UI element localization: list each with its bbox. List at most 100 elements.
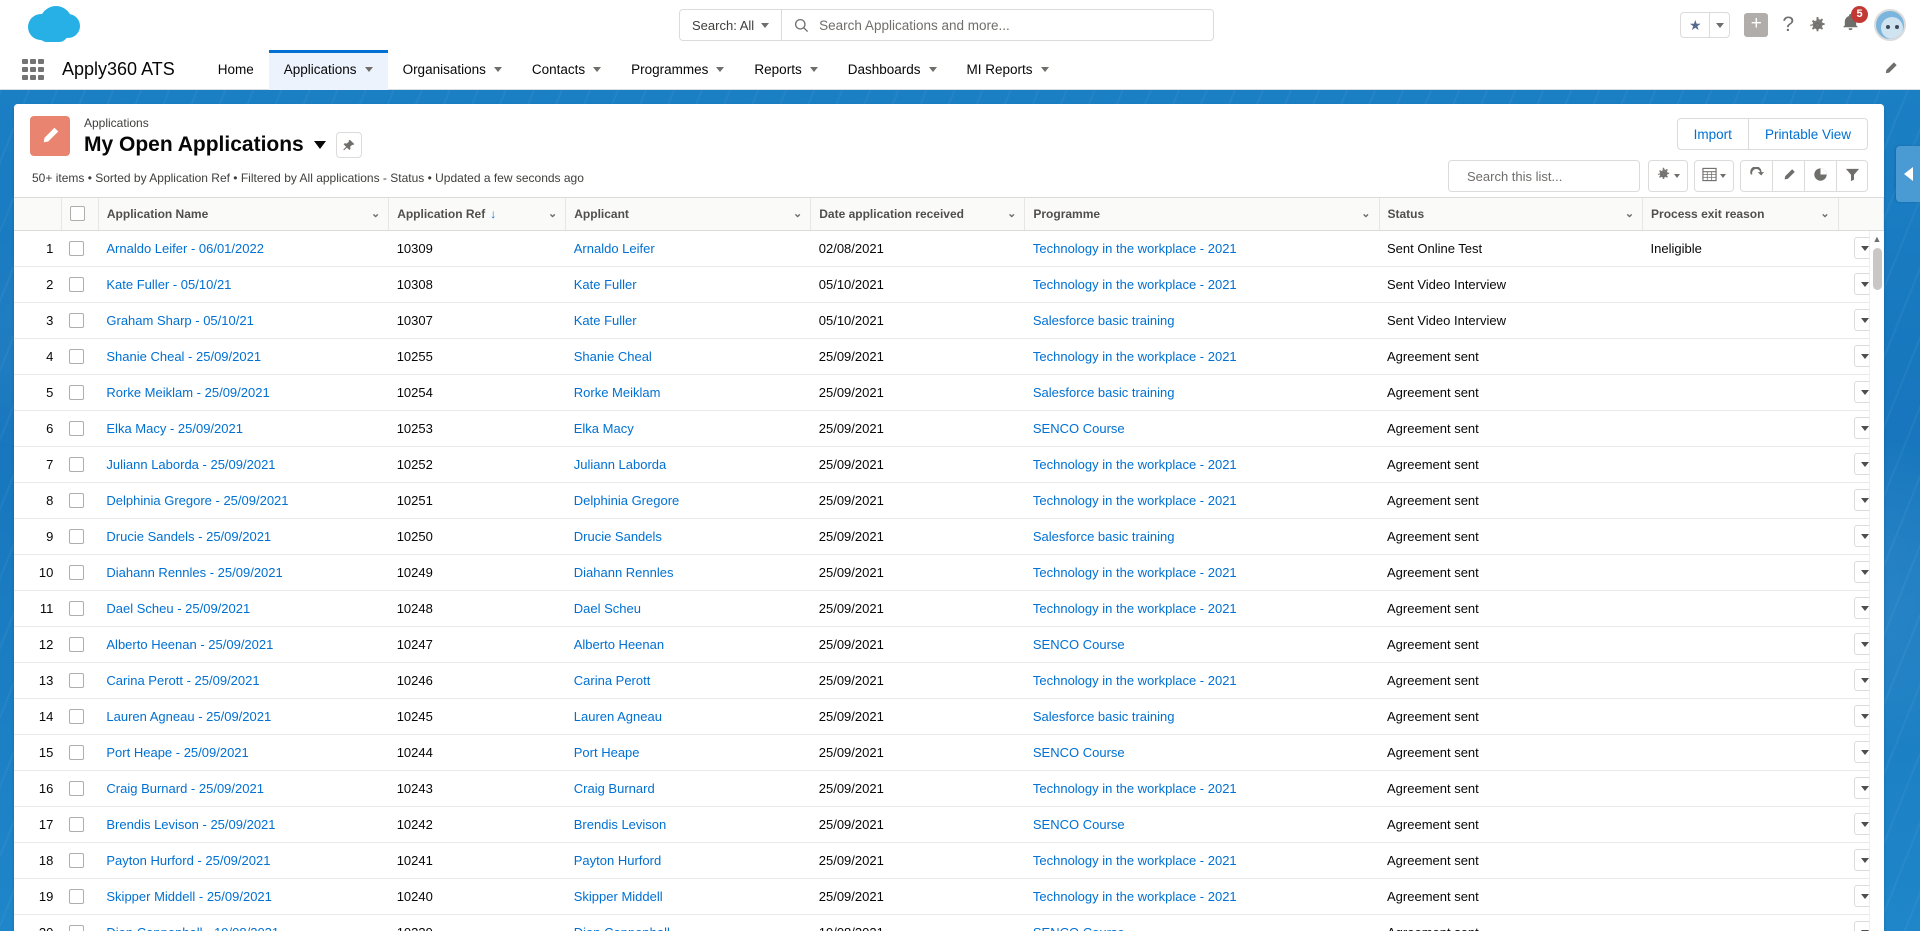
cell-application-name[interactable]: Graham Sharp - 05/10/21 bbox=[98, 302, 389, 339]
row-checkbox[interactable] bbox=[69, 528, 85, 544]
table-row[interactable]: 9 Drucie Sandels - 25/09/2021 10250 Drucie … bbox=[14, 518, 1884, 555]
applicant-link[interactable]: Drucie Sandels bbox=[574, 529, 662, 544]
applicant-link[interactable]: Alberto Heenan bbox=[574, 637, 664, 652]
application-name-link[interactable]: Drucie Sandels - 25/09/2021 bbox=[106, 529, 271, 544]
applicant-link[interactable]: Payton Hurford bbox=[574, 853, 661, 868]
cell-application-name[interactable]: Dael Scheu - 25/09/2021 bbox=[98, 590, 389, 627]
table-row[interactable]: 12 Alberto Heenan - 25/09/2021 10247 Albert… bbox=[14, 626, 1884, 663]
cell-programme[interactable]: Technology in the workplace - 2021 bbox=[1024, 554, 1379, 591]
programme-link[interactable]: Technology in the workplace - 2021 bbox=[1033, 781, 1237, 796]
edit-list-button[interactable] bbox=[1772, 160, 1804, 192]
application-name-link[interactable]: Payton Hurford - 25/09/2021 bbox=[106, 853, 270, 868]
col-programme[interactable]: Programme ⌄ bbox=[1024, 198, 1380, 231]
table-row[interactable]: 20 Dion Coppenhall - 19/08/2021 10239 Dion … bbox=[14, 914, 1884, 931]
cell-application-name[interactable]: Diahann Rennles - 25/09/2021 bbox=[98, 554, 389, 591]
app-name[interactable]: Apply360 ATS bbox=[62, 59, 175, 80]
cell-application-name[interactable]: Payton Hurford - 25/09/2021 bbox=[98, 842, 389, 879]
table-row[interactable]: 8 Delphinia Gregore - 25/09/2021 10251 Delp… bbox=[14, 482, 1884, 519]
cell-applicant[interactable]: Elka Macy bbox=[565, 410, 811, 447]
nav-item-mi-reports[interactable]: MI Reports bbox=[952, 50, 1064, 90]
table-row[interactable]: 14 Lauren Agneau - 25/09/2021 10245 Lauren … bbox=[14, 698, 1884, 735]
cell-application-name[interactable]: Brendis Levison - 25/09/2021 bbox=[98, 806, 389, 843]
row-checkbox[interactable] bbox=[69, 852, 85, 868]
table-row[interactable]: 11 Dael Scheu - 25/09/2021 10248 Dael Scheu… bbox=[14, 590, 1884, 627]
table-row[interactable]: 7 Juliann Laborda - 25/09/2021 10252 Julian… bbox=[14, 446, 1884, 483]
row-select-cell[interactable] bbox=[61, 266, 99, 303]
row-select-cell[interactable] bbox=[61, 410, 99, 447]
row-select-cell[interactable] bbox=[61, 662, 99, 699]
nav-item-programmes[interactable]: Programmes bbox=[616, 50, 739, 90]
application-name-link[interactable]: Diahann Rennles - 25/09/2021 bbox=[106, 565, 282, 580]
application-name-link[interactable]: Lauren Agneau - 25/09/2021 bbox=[106, 709, 271, 724]
row-select-cell[interactable] bbox=[61, 806, 99, 843]
nav-item-contacts[interactable]: Contacts bbox=[517, 50, 616, 90]
table-row[interactable]: 17 Brendis Levison - 25/09/2021 10242 Brend… bbox=[14, 806, 1884, 843]
row-select-cell[interactable] bbox=[61, 878, 99, 915]
row-select-cell[interactable] bbox=[61, 770, 99, 807]
programme-link[interactable]: Technology in the workplace - 2021 bbox=[1033, 349, 1237, 364]
row-checkbox[interactable] bbox=[69, 780, 85, 796]
col-select-all[interactable] bbox=[61, 198, 99, 231]
applicant-link[interactable]: Skipper Middell bbox=[574, 889, 663, 904]
search-input-area[interactable] bbox=[782, 10, 1213, 40]
row-checkbox[interactable] bbox=[69, 924, 85, 931]
programme-link[interactable]: SENCO Course bbox=[1033, 817, 1125, 832]
cell-programme[interactable]: Technology in the workplace - 2021 bbox=[1024, 590, 1379, 627]
table-row[interactable]: 6 Elka Macy - 25/09/2021 10253 Elka Macy 25/… bbox=[14, 410, 1884, 447]
cell-applicant[interactable]: Shanie Cheal bbox=[565, 338, 811, 375]
row-checkbox[interactable] bbox=[69, 888, 85, 904]
cell-application-name[interactable]: Shanie Cheal - 25/09/2021 bbox=[98, 338, 389, 375]
cell-programme[interactable]: SENCO Course bbox=[1024, 806, 1379, 843]
pin-icon[interactable] bbox=[335, 132, 362, 158]
filter-button[interactable] bbox=[1836, 160, 1868, 192]
scrollbar-thumb[interactable] bbox=[1872, 248, 1882, 290]
nav-item-reports[interactable]: Reports bbox=[739, 50, 832, 90]
cell-applicant[interactable]: Lauren Agneau bbox=[565, 698, 811, 735]
table-row[interactable]: 1 Arnaldo Leifer - 06/01/2022 10309 Arnaldo… bbox=[14, 230, 1884, 267]
application-name-link[interactable]: Port Heape - 25/09/2021 bbox=[106, 745, 248, 760]
cell-programme[interactable]: Technology in the workplace - 2021 bbox=[1024, 482, 1379, 519]
applicant-link[interactable]: Diahann Rennles bbox=[574, 565, 674, 580]
programme-link[interactable]: Technology in the workplace - 2021 bbox=[1033, 889, 1237, 904]
col-process-exit-reason[interactable]: Process exit reason ⌄ bbox=[1642, 198, 1839, 231]
row-checkbox[interactable] bbox=[69, 816, 85, 832]
chevron-down-icon[interactable] bbox=[1709, 13, 1729, 37]
applicant-link[interactable]: Dael Scheu bbox=[574, 601, 641, 616]
row-checkbox[interactable] bbox=[69, 672, 85, 688]
application-name-link[interactable]: Kate Fuller - 05/10/21 bbox=[106, 277, 231, 292]
import-button[interactable]: Import bbox=[1676, 118, 1749, 150]
select-all-checkbox[interactable] bbox=[69, 206, 85, 222]
cell-applicant[interactable]: Dael Scheu bbox=[565, 590, 811, 627]
application-name-link[interactable]: Graham Sharp - 05/10/21 bbox=[106, 313, 253, 328]
table-row[interactable]: 5 Rorke Meiklam - 25/09/2021 10254 Rorke Me… bbox=[14, 374, 1884, 411]
row-select-cell[interactable] bbox=[61, 914, 99, 931]
row-select-cell[interactable] bbox=[61, 590, 99, 627]
programme-link[interactable]: SENCO Course bbox=[1033, 421, 1125, 436]
cell-applicant[interactable]: Alberto Heenan bbox=[565, 626, 811, 663]
cell-programme[interactable]: Salesforce basic training bbox=[1024, 302, 1379, 339]
programme-link[interactable]: Salesforce basic training bbox=[1033, 385, 1175, 400]
add-button[interactable]: + bbox=[1744, 13, 1769, 37]
applicant-link[interactable]: Kate Fuller bbox=[574, 313, 637, 328]
table-row[interactable]: 2 Kate Fuller - 05/10/21 10308 Kate Fuller 0… bbox=[14, 266, 1884, 303]
cell-programme[interactable]: Salesforce basic training bbox=[1024, 374, 1379, 411]
list-search-input[interactable] bbox=[1467, 168, 1643, 184]
applicant-link[interactable]: Craig Burnard bbox=[574, 781, 655, 796]
notifications-button[interactable]: 5 bbox=[1841, 5, 1868, 38]
application-name-link[interactable]: Juliann Laborda - 25/09/2021 bbox=[106, 457, 275, 472]
row-select-cell[interactable] bbox=[61, 230, 99, 267]
list-table-scroll-region[interactable]: Application Name ⌄ Application Ref ↓ ⌄ A… bbox=[14, 197, 1884, 931]
nav-item-organisations[interactable]: Organisations bbox=[388, 50, 517, 90]
application-name-link[interactable]: Elka Macy - 25/09/2021 bbox=[106, 421, 243, 436]
table-vertical-scrollbar[interactable]: ▲ bbox=[1869, 231, 1884, 931]
row-checkbox[interactable] bbox=[69, 600, 85, 616]
programme-link[interactable]: Technology in the workplace - 2021 bbox=[1033, 277, 1237, 292]
cell-applicant[interactable]: Juliann Laborda bbox=[565, 446, 811, 483]
chevron-down-icon[interactable]: ⌄ bbox=[1355, 207, 1370, 220]
row-checkbox[interactable] bbox=[69, 420, 85, 436]
col-application-name[interactable]: Application Name ⌄ bbox=[98, 198, 390, 231]
cell-programme[interactable]: SENCO Course bbox=[1024, 626, 1379, 663]
row-checkbox[interactable] bbox=[69, 744, 85, 760]
cell-programme[interactable]: SENCO Course bbox=[1024, 734, 1379, 771]
row-checkbox[interactable] bbox=[69, 348, 85, 364]
